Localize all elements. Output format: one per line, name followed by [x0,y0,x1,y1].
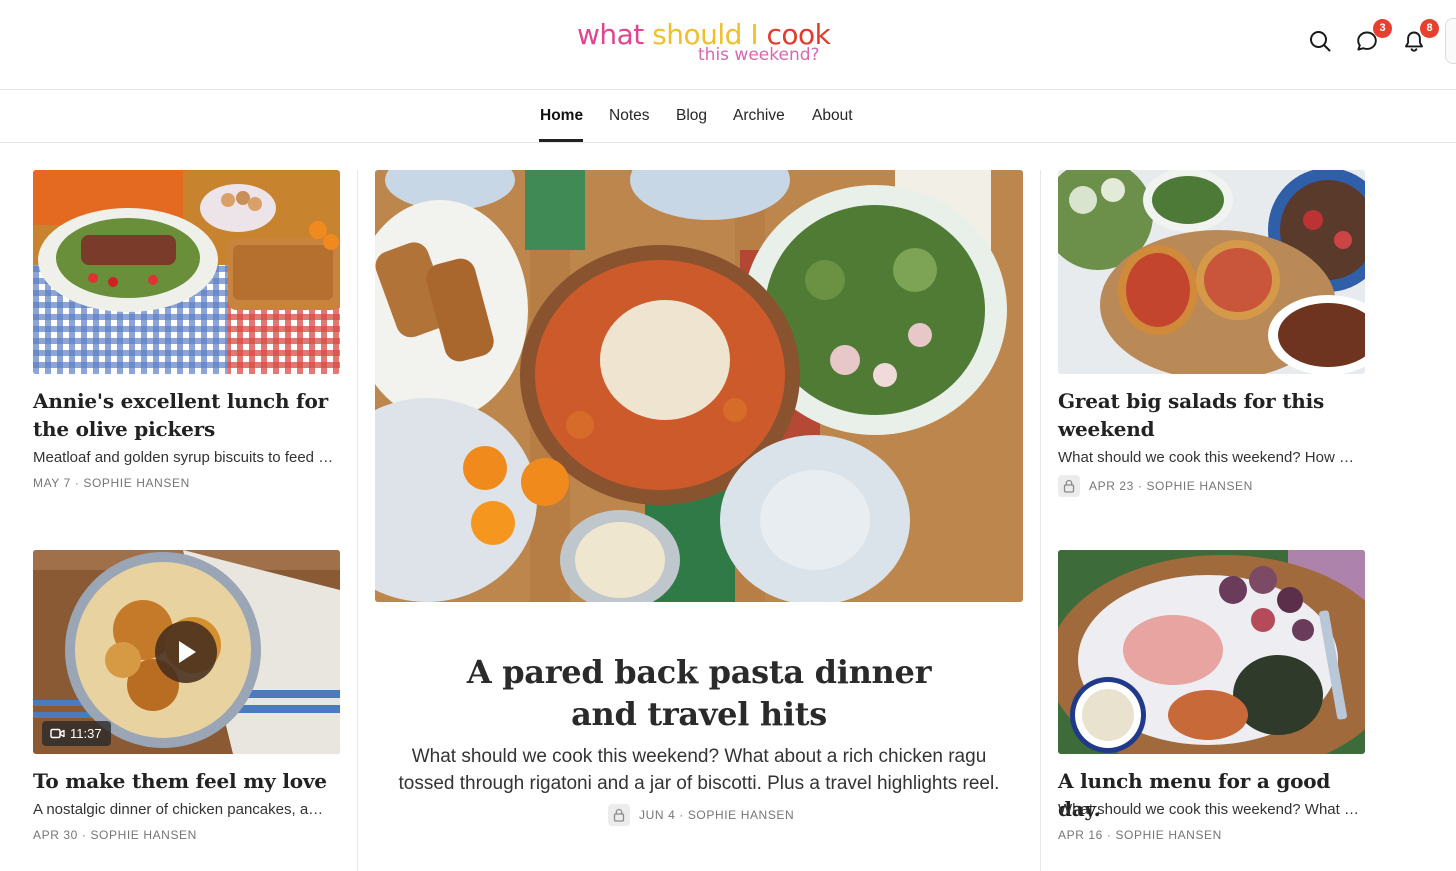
post-subtitle: What should we cook this weekend? What a… [1058,801,1364,818]
post-title[interactable]: To make them feel my love [33,767,343,795]
notifications-button[interactable]: 8 [1401,19,1439,54]
notification-count-badge: 8 [1420,19,1439,38]
featured-post-title[interactable]: A pared back pasta dinner and travel hit… [440,651,958,735]
post-subtitle: What should we cook this weekend? How ab… [1058,449,1360,466]
nav-home[interactable]: Home [540,107,583,125]
video-play-button[interactable] [155,621,217,683]
meta-separator: · [77,828,91,842]
post-thumbnail-lunch-olive-pickers[interactable] [33,170,340,374]
post-author[interactable]: SOPHIE HANSEN [1115,828,1222,842]
play-icon [179,641,196,663]
meta-separator: · [70,476,84,490]
post-meta: APR 23 · SOPHIE HANSEN [1058,475,1253,498]
post-date: APR 23 [1089,479,1134,494]
post-title[interactable]: Great big salads for this weekend [1058,387,1368,443]
post-date: APR 30 [33,828,78,842]
site-header: what should I cook this weekend? 3 8 [0,0,1456,90]
main-nav: Home Notes Blog Archive About [0,91,1456,143]
post-title[interactable]: Annie's excellent lunch for the olive pi… [33,387,343,443]
video-duration-badge: 11:37 [42,721,111,746]
post-thumbnail-great-big-salads[interactable] [1058,170,1365,374]
nav-archive[interactable]: Archive [733,107,785,125]
post-thumbnail-lunch-menu[interactable] [1058,550,1365,754]
logo-line-2: this weekend? [698,45,820,65]
column-divider-right [1040,170,1041,871]
post-author[interactable]: SOPHIE HANSEN [1146,479,1253,493]
chat-count-badge: 3 [1373,19,1392,38]
post-author[interactable]: SOPHIE HANSEN [90,828,197,842]
meta-separator: · [675,808,688,823]
featured-post-subtitle: What should we cook this weekend? What a… [398,746,1000,794]
video-camera-icon [50,728,65,739]
post-subtitle: A nostalgic dinner of chicken pancakes, … [33,801,325,818]
featured-post-meta: JUN 4 · SOPHIE HANSEN [608,804,795,827]
nav-blog[interactable]: Blog [676,107,707,125]
nav-about[interactable]: About [812,107,853,125]
column-divider-left [357,170,358,871]
post-thumbnail-feel-my-love[interactable]: 11:37 [33,550,340,754]
meta-separator: · [1102,828,1116,842]
post-meta: MAY 7 · SOPHIE HANSEN [33,476,190,490]
post-date: MAY 7 [33,476,71,490]
meta-separator: · [1133,479,1147,494]
nav-notes[interactable]: Notes [609,107,650,125]
post-meta: APR 16 · SOPHIE HANSEN [1058,828,1222,842]
post-author[interactable]: SOPHIE HANSEN [688,808,795,822]
chat-button[interactable]: 3 [1354,19,1392,54]
post-author[interactable]: SOPHIE HANSEN [83,476,190,490]
post-date: APR 16 [1058,828,1103,842]
search-button[interactable] [1307,28,1333,54]
site-logo[interactable]: what should I cook this weekend? [577,18,837,68]
post-subtitle: Meatloaf and golden syrup biscuits to fe… [33,449,335,466]
account-menu-button[interactable] [1445,18,1456,64]
post-meta: APR 30 · SOPHIE HANSEN [33,828,197,842]
active-tab-indicator [539,139,583,142]
lock-icon [608,804,630,826]
post-date: JUN 4 [639,808,676,823]
lock-icon [1058,475,1080,497]
featured-post-image[interactable] [375,170,1023,602]
search-icon [1310,31,1331,52]
